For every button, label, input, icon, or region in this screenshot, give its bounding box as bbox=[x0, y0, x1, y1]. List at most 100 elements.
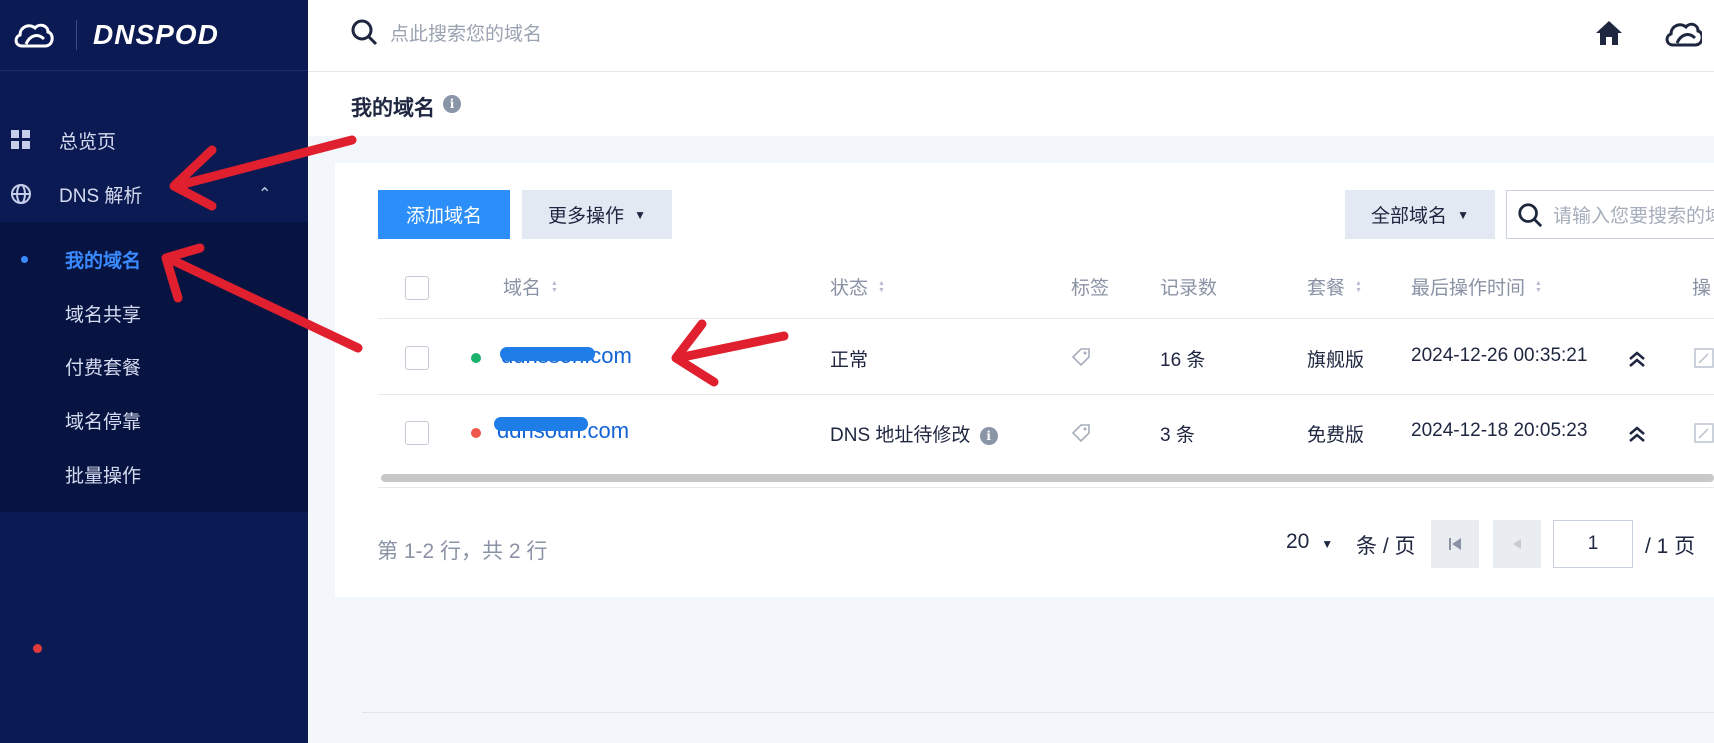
add-domain-button[interactable]: 添加域名 bbox=[378, 190, 510, 239]
account-cloud-icon[interactable] bbox=[1664, 20, 1702, 50]
edit-icon[interactable] bbox=[1693, 347, 1714, 369]
domain-status: 正常 bbox=[830, 350, 869, 371]
row-checkbox[interactable] bbox=[405, 346, 429, 370]
active-indicator bbox=[21, 255, 28, 263]
last-operation-time: 2024-12-18 20:05:23 bbox=[1411, 420, 1588, 441]
chevron-up-icon[interactable]: ⌃ bbox=[258, 184, 271, 204]
column-header-label: 标签 bbox=[1071, 278, 1110, 299]
column-header-label: 记录数 bbox=[1160, 278, 1218, 299]
row-divider bbox=[378, 318, 1714, 319]
row-range-summary: 第 1-2 行，共 2 行 bbox=[377, 540, 548, 563]
page-size-select[interactable]: 20 ▼ bbox=[1286, 530, 1333, 554]
record-count: 16 条 bbox=[1160, 350, 1206, 371]
column-header-label: 状态 bbox=[830, 278, 869, 299]
tag-icon[interactable] bbox=[1070, 422, 1092, 444]
column-header-label: 套餐 bbox=[1307, 278, 1346, 299]
prev-page-button[interactable] bbox=[1493, 520, 1541, 568]
first-page-icon bbox=[1449, 538, 1461, 550]
double-chevron-up-icon[interactable] bbox=[1627, 424, 1647, 444]
subnav-item-label: 我的域名 bbox=[65, 250, 142, 272]
per-page-label: 条 / 页 bbox=[1356, 535, 1416, 558]
column-header-records: 记录数 bbox=[1160, 273, 1217, 300]
first-page-button[interactable] bbox=[1431, 520, 1479, 568]
row-divider bbox=[378, 394, 1714, 395]
footer-divider bbox=[362, 712, 1714, 713]
sort-icon: ▲ ▼ bbox=[1355, 279, 1362, 294]
more-actions-button[interactable]: 更多操作 ▼ bbox=[522, 190, 672, 239]
domain-link[interactable]: ddnssoh.com bbox=[501, 343, 632, 369]
nav-item-overview[interactable]: 总览页 bbox=[0, 120, 308, 160]
page-size-value: 20 bbox=[1286, 530, 1310, 553]
notification-dot bbox=[33, 644, 42, 653]
sort-icon: ▲ ▼ bbox=[878, 279, 885, 294]
double-chevron-up-icon[interactable] bbox=[1627, 349, 1647, 369]
plan-name: 免费版 bbox=[1307, 425, 1365, 446]
subnav-item-paid-plans[interactable]: 付费套餐 bbox=[0, 346, 308, 386]
home-icon[interactable] bbox=[1594, 18, 1624, 48]
column-header-label: 最后操作时间 bbox=[1411, 278, 1526, 299]
page-title: 我的域名 bbox=[351, 97, 435, 120]
sort-icon: ▲ ▼ bbox=[1535, 279, 1542, 294]
info-icon[interactable]: i bbox=[443, 95, 461, 113]
column-header-ops: 操 bbox=[1692, 273, 1711, 300]
column-header-status[interactable]: 状态 ▲ ▼ bbox=[830, 273, 885, 300]
edit-icon[interactable] bbox=[1693, 422, 1714, 444]
domain-link[interactable]: ddnsoun.com bbox=[497, 418, 629, 444]
page-number-input[interactable] bbox=[1553, 520, 1633, 568]
horizontal-scrollbar[interactable] bbox=[381, 474, 1714, 482]
subnav-item-batch-ops[interactable]: 批量操作 bbox=[0, 454, 308, 494]
caret-down-icon: ▼ bbox=[1321, 537, 1334, 551]
more-actions-label: 更多操作 bbox=[548, 206, 625, 227]
dns-subnav: 我的域名 域名共享 付费套餐 域名停靠 批量操作 bbox=[0, 222, 308, 512]
info-icon[interactable]: i bbox=[979, 426, 998, 445]
subnav-item-label: 批量操作 bbox=[65, 465, 142, 487]
subnav-item-label: 域名停靠 bbox=[65, 411, 142, 433]
nav-item-label: 总览页 bbox=[59, 131, 117, 153]
subnav-item-my-domains[interactable]: 我的域名 bbox=[0, 239, 308, 279]
caret-down-icon: ▼ bbox=[634, 207, 646, 222]
total-pages-label: / 1 页 bbox=[1645, 535, 1696, 558]
status-indicator-dot bbox=[471, 428, 481, 438]
row-checkbox[interactable] bbox=[405, 421, 429, 445]
column-header-label: 操 bbox=[1692, 278, 1712, 299]
subnav-item-domain-share[interactable]: 域名共享 bbox=[0, 293, 308, 333]
record-count: 3 条 bbox=[1160, 425, 1195, 446]
logo-bar: DNSPOD bbox=[0, 0, 308, 71]
page-title-bar: 我的域名 bbox=[308, 72, 1714, 136]
domain-status-text: DNS 地址待修改 bbox=[830, 425, 971, 446]
dashboard-grid-icon bbox=[11, 130, 30, 149]
prev-page-icon bbox=[1513, 539, 1521, 549]
domain-filter-label: 全部域名 bbox=[1371, 206, 1448, 227]
search-icon bbox=[1518, 202, 1543, 227]
plan-name: 旗舰版 bbox=[1307, 350, 1365, 371]
top-bar: 点此搜索您的域名 bbox=[308, 0, 1714, 72]
tag-icon[interactable] bbox=[1070, 346, 1092, 368]
row-divider bbox=[378, 487, 1714, 488]
column-header-tag: 标签 bbox=[1071, 273, 1109, 300]
brand-logo[interactable]: DNSPOD bbox=[76, 20, 219, 50]
sort-icon: ▲ ▼ bbox=[551, 279, 558, 294]
subnav-item-label: 付费套餐 bbox=[65, 357, 142, 379]
sidebar: DNSPOD 总览页 DNS 解析 ⌃ 我的域名 域名共享 付费套餐 域名停靠 bbox=[0, 0, 308, 743]
domain-filter-dropdown[interactable]: 全部域名 ▼ bbox=[1345, 190, 1495, 239]
column-header-domain[interactable]: 域名 ▲ ▼ bbox=[503, 273, 558, 300]
domain-search-input[interactable]: 请输入您要搜索的域 bbox=[1506, 190, 1714, 239]
nav-item-dns-resolve[interactable]: DNS 解析 ⌃ bbox=[0, 174, 308, 214]
column-header-plan[interactable]: 套餐 ▲ ▼ bbox=[1307, 273, 1362, 300]
subnav-item-domain-parking[interactable]: 域名停靠 bbox=[0, 400, 308, 440]
caret-down-icon: ▼ bbox=[1457, 207, 1469, 222]
status-indicator-dot bbox=[471, 353, 481, 363]
domain-search-placeholder: 请输入您要搜索的域 bbox=[1553, 206, 1714, 227]
nav-item-label: DNS 解析 bbox=[59, 185, 143, 207]
column-header-last-op[interactable]: 最后操作时间 ▲ ▼ bbox=[1411, 273, 1542, 300]
global-search[interactable]: 点此搜索您的域名 bbox=[350, 18, 542, 46]
select-all-checkbox[interactable] bbox=[405, 276, 429, 300]
domain-status: DNS 地址待修改 i bbox=[830, 420, 998, 447]
search-icon bbox=[351, 19, 378, 46]
last-operation-time: 2024-12-26 00:35:21 bbox=[1411, 345, 1588, 366]
cloud-logo-icon bbox=[14, 23, 54, 48]
global-search-placeholder: 点此搜索您的域名 bbox=[390, 23, 543, 45]
subnav-item-label: 域名共享 bbox=[65, 304, 142, 326]
globe-icon bbox=[11, 184, 31, 204]
column-header-label: 域名 bbox=[503, 278, 542, 299]
